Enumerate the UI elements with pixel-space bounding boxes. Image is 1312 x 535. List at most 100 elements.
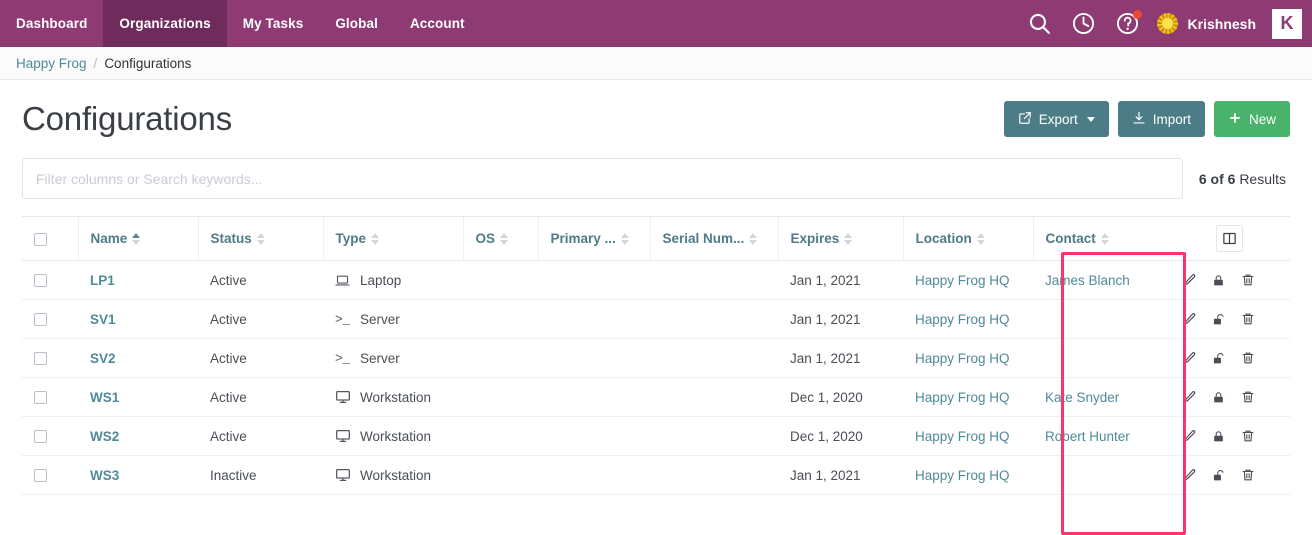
lock-icon[interactable] xyxy=(1209,387,1229,407)
config-name-link[interactable]: WS2 xyxy=(90,429,119,444)
row-select-cell[interactable] xyxy=(22,338,78,378)
search-input[interactable] xyxy=(22,158,1183,199)
nav-label: Global xyxy=(335,16,378,31)
chevron-down-icon xyxy=(1086,116,1095,122)
sort-arrows-icon[interactable] xyxy=(620,232,629,245)
column-label: OS xyxy=(475,231,496,246)
edit-pencil-icon[interactable] xyxy=(1180,348,1200,368)
sort-arrows-icon[interactable] xyxy=(371,232,380,245)
table-row[interactable]: WS1 Active Workstation Dec 1, 2020 Happy… xyxy=(22,377,1290,417)
nav-item-global[interactable]: Global xyxy=(319,0,394,47)
primary-cell xyxy=(538,455,650,495)
column-header-contact[interactable]: Contact xyxy=(1032,216,1168,261)
unlock-icon[interactable] xyxy=(1209,309,1229,329)
search-icon[interactable] xyxy=(1025,9,1055,39)
row-checkbox[interactable] xyxy=(34,313,47,327)
user-menu[interactable]: Krishnesh xyxy=(1188,16,1256,32)
table-row[interactable]: WS2 Active Workstation Dec 1, 2020 Happy… xyxy=(22,416,1290,456)
config-name-link[interactable]: SV1 xyxy=(90,312,116,327)
column-header-serial-number[interactable]: Serial Num... xyxy=(649,216,778,261)
column-header-expires[interactable]: Expires xyxy=(777,216,903,261)
sort-arrows-icon[interactable] xyxy=(132,232,141,245)
location-link[interactable]: Happy Frog HQ xyxy=(915,351,1010,366)
location-link[interactable]: Happy Frog HQ xyxy=(915,468,1010,483)
expires-cell: Jan 1, 2021 xyxy=(778,455,903,495)
config-name-link[interactable]: LP1 xyxy=(90,273,115,288)
nav-item-account[interactable]: Account xyxy=(394,0,481,47)
row-checkbox[interactable] xyxy=(34,469,47,483)
delete-trash-icon[interactable] xyxy=(1238,270,1258,290)
breadcrumb-parent[interactable]: Happy Frog xyxy=(16,56,87,71)
columns-layout-icon[interactable] xyxy=(1215,225,1243,252)
row-select-cell[interactable] xyxy=(22,260,78,300)
location-link[interactable]: Happy Frog HQ xyxy=(915,273,1010,288)
column-header-os[interactable]: OS xyxy=(462,216,538,261)
sort-arrows-icon[interactable] xyxy=(1100,232,1109,245)
row-select-cell[interactable] xyxy=(22,377,78,417)
edit-pencil-icon[interactable] xyxy=(1180,309,1200,329)
history-clock-icon[interactable] xyxy=(1069,9,1099,39)
contact-link[interactable]: Kate Snyder xyxy=(1045,390,1119,405)
column-label: Contact xyxy=(1045,231,1096,246)
row-select-cell[interactable] xyxy=(22,455,78,495)
column-label: Serial Num... xyxy=(662,231,745,246)
location-link[interactable]: Happy Frog HQ xyxy=(915,390,1010,405)
avatar[interactable] xyxy=(1156,13,1178,34)
row-select-cell[interactable] xyxy=(22,299,78,339)
delete-trash-icon[interactable] xyxy=(1238,465,1258,485)
nav-item-organizations[interactable]: Organizations xyxy=(103,0,227,47)
import-button[interactable]: Import xyxy=(1117,101,1205,137)
page-header: Configurations Export Import New xyxy=(22,80,1290,158)
column-select-all[interactable] xyxy=(22,216,78,261)
delete-trash-icon[interactable] xyxy=(1238,348,1258,368)
table-row[interactable]: SV1 Active >_ Server Jan 1, 2021 Happy F… xyxy=(22,299,1290,339)
edit-pencil-icon[interactable] xyxy=(1180,426,1200,446)
row-checkbox[interactable] xyxy=(34,274,47,288)
sort-arrows-icon[interactable] xyxy=(844,232,853,245)
serial-cell xyxy=(650,299,778,339)
edit-pencil-icon[interactable] xyxy=(1180,270,1200,290)
nav-item-my-tasks[interactable]: My Tasks xyxy=(227,0,320,47)
export-button[interactable]: Export xyxy=(1003,101,1109,137)
delete-trash-icon[interactable] xyxy=(1238,387,1258,407)
delete-trash-icon[interactable] xyxy=(1238,426,1258,446)
brand-logo-button[interactable]: K xyxy=(1272,8,1302,39)
row-select-cell[interactable] xyxy=(22,416,78,456)
table-row[interactable]: WS3 Inactive Workstation Jan 1, 2021 Hap… xyxy=(22,455,1290,495)
help-question-icon[interactable] xyxy=(1113,9,1143,39)
column-header-name[interactable]: Name xyxy=(77,216,198,261)
config-name-link[interactable]: SV2 xyxy=(90,351,116,366)
sort-arrows-icon[interactable] xyxy=(256,232,265,245)
edit-pencil-icon[interactable] xyxy=(1180,387,1200,407)
column-header-primary[interactable]: Primary ... xyxy=(537,216,650,261)
config-name-link[interactable]: WS1 xyxy=(90,390,119,405)
sort-arrows-icon[interactable] xyxy=(500,232,509,245)
location-link[interactable]: Happy Frog HQ xyxy=(915,429,1010,444)
nav-item-dashboard[interactable]: Dashboard xyxy=(0,0,103,47)
lock-icon[interactable] xyxy=(1209,426,1229,446)
row-checkbox[interactable] xyxy=(34,352,47,366)
new-button[interactable]: New xyxy=(1213,101,1290,137)
contact-link[interactable]: Robert Hunter xyxy=(1045,429,1130,444)
delete-trash-icon[interactable] xyxy=(1238,309,1258,329)
sort-arrows-icon[interactable] xyxy=(976,232,985,245)
row-actions xyxy=(1168,416,1290,456)
column-header-location[interactable]: Location xyxy=(902,216,1033,261)
location-link[interactable]: Happy Frog HQ xyxy=(915,312,1010,327)
column-header-status[interactable]: Status xyxy=(197,216,323,261)
select-all-checkbox[interactable] xyxy=(34,232,47,246)
status-cell: Active xyxy=(198,338,323,378)
row-checkbox[interactable] xyxy=(34,391,47,405)
contact-link[interactable]: James Blanch xyxy=(1045,273,1130,288)
lock-icon[interactable] xyxy=(1209,270,1229,290)
edit-pencil-icon[interactable] xyxy=(1180,465,1200,485)
table-row[interactable]: LP1 Active Laptop Jan 1, 2021 Happy Frog… xyxy=(22,260,1290,300)
expires-cell: Jan 1, 2021 xyxy=(778,299,903,339)
column-header-type[interactable]: Type xyxy=(322,216,463,261)
unlock-icon[interactable] xyxy=(1209,465,1229,485)
unlock-icon[interactable] xyxy=(1209,348,1229,368)
sort-arrows-icon[interactable] xyxy=(749,232,758,245)
config-name-link[interactable]: WS3 xyxy=(90,468,119,483)
row-checkbox[interactable] xyxy=(34,430,47,444)
table-row[interactable]: SV2 Active >_ Server Jan 1, 2021 Happy F… xyxy=(22,338,1290,378)
